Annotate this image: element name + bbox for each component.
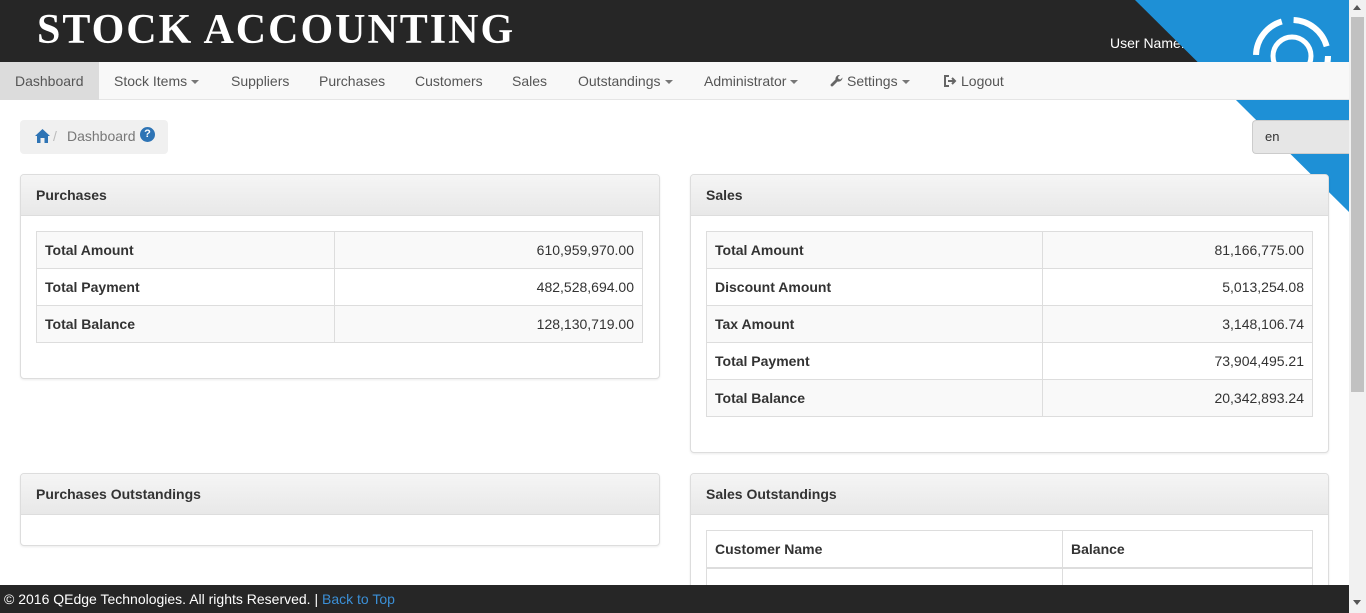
breadcrumb-separator: / (53, 128, 57, 144)
home-icon[interactable] (34, 128, 51, 144)
scroll-thumb[interactable] (1351, 17, 1364, 392)
sales-panel: Sales Total Amount 81,166,775.00 Discount… (690, 174, 1329, 453)
page-scrollbar[interactable] (1349, 0, 1366, 613)
panel-title: Sales Outstandings (691, 474, 1328, 515)
nav-customers[interactable]: Customers (400, 62, 498, 100)
nav-outstandings[interactable]: Outstandings (563, 62, 688, 100)
table-row: Discount Amount 5,013,254.08 (706, 268, 1313, 306)
table-row: Total Balance 128,130,719.00 (36, 305, 643, 343)
table-header-row: Customer Name Balance (706, 530, 1313, 569)
table-row: Total Amount 81,166,775.00 (706, 231, 1313, 269)
table-row: Tax Amount 3,148,106.74 (706, 305, 1313, 343)
breadcrumb-current: Dashboard (67, 128, 136, 144)
purchases-table: Total Amount 610,959,970.00 Total Payment… (36, 231, 643, 343)
caret-down-icon (191, 80, 200, 85)
back-to-top-link[interactable]: Back to Top (322, 591, 395, 607)
help-icon[interactable]: ? (140, 127, 155, 142)
wrench-icon (830, 74, 843, 87)
panel-title: Purchases Outstandings (21, 474, 659, 515)
nav-settings[interactable]: Settings (815, 62, 925, 100)
language-button[interactable]: en (1252, 120, 1349, 154)
column-header[interactable]: Customer Name (706, 530, 1063, 569)
app-title: STOCK ACCOUNTING (37, 7, 516, 53)
purchases-panel: Purchases Total Amount 610,959,970.00 Tot… (20, 174, 660, 379)
logout-icon (944, 75, 957, 87)
main-navbar: Dashboard Stock Items Suppliers Purchase… (0, 62, 1349, 100)
panel-title: Sales (691, 175, 1328, 216)
nav-administrator[interactable]: Administrator (689, 62, 813, 100)
caret-down-icon (790, 80, 799, 85)
table-row: Total Balance 20,342,893.24 (706, 379, 1313, 417)
nav-stock-items[interactable]: Stock Items (99, 62, 214, 100)
column-header[interactable]: Balance (1062, 530, 1313, 569)
caret-down-icon (901, 80, 910, 85)
sales-table: Total Amount 81,166,775.00 Discount Amoun… (706, 231, 1313, 417)
nav-logout[interactable]: Logout (928, 62, 1019, 100)
nav-purchases[interactable]: Purchases (304, 62, 400, 100)
nav-dashboard[interactable]: Dashboard (0, 62, 99, 100)
scroll-down-arrow-icon[interactable] (1353, 600, 1361, 605)
purchases-outstandings-panel: Purchases Outstandings (20, 473, 660, 546)
panel-title: Purchases (21, 175, 659, 216)
scroll-up-arrow-icon[interactable] (1353, 5, 1361, 10)
breadcrumb: / Dashboard ? (20, 120, 168, 154)
nav-suppliers[interactable]: Suppliers (216, 62, 304, 100)
table-row: Total Payment 73,904,495.21 (706, 342, 1313, 380)
page-footer: © 2016 QEdge Technologies. All rights Re… (0, 585, 1349, 613)
nav-sales[interactable]: Sales (497, 62, 562, 100)
table-row: Total Amount 610,959,970.00 (36, 231, 643, 269)
caret-down-icon (664, 80, 673, 85)
table-row: Total Payment 482,528,694.00 (36, 268, 643, 306)
footer-copyright: © 2016 QEdge Technologies. All rights Re… (4, 591, 319, 607)
